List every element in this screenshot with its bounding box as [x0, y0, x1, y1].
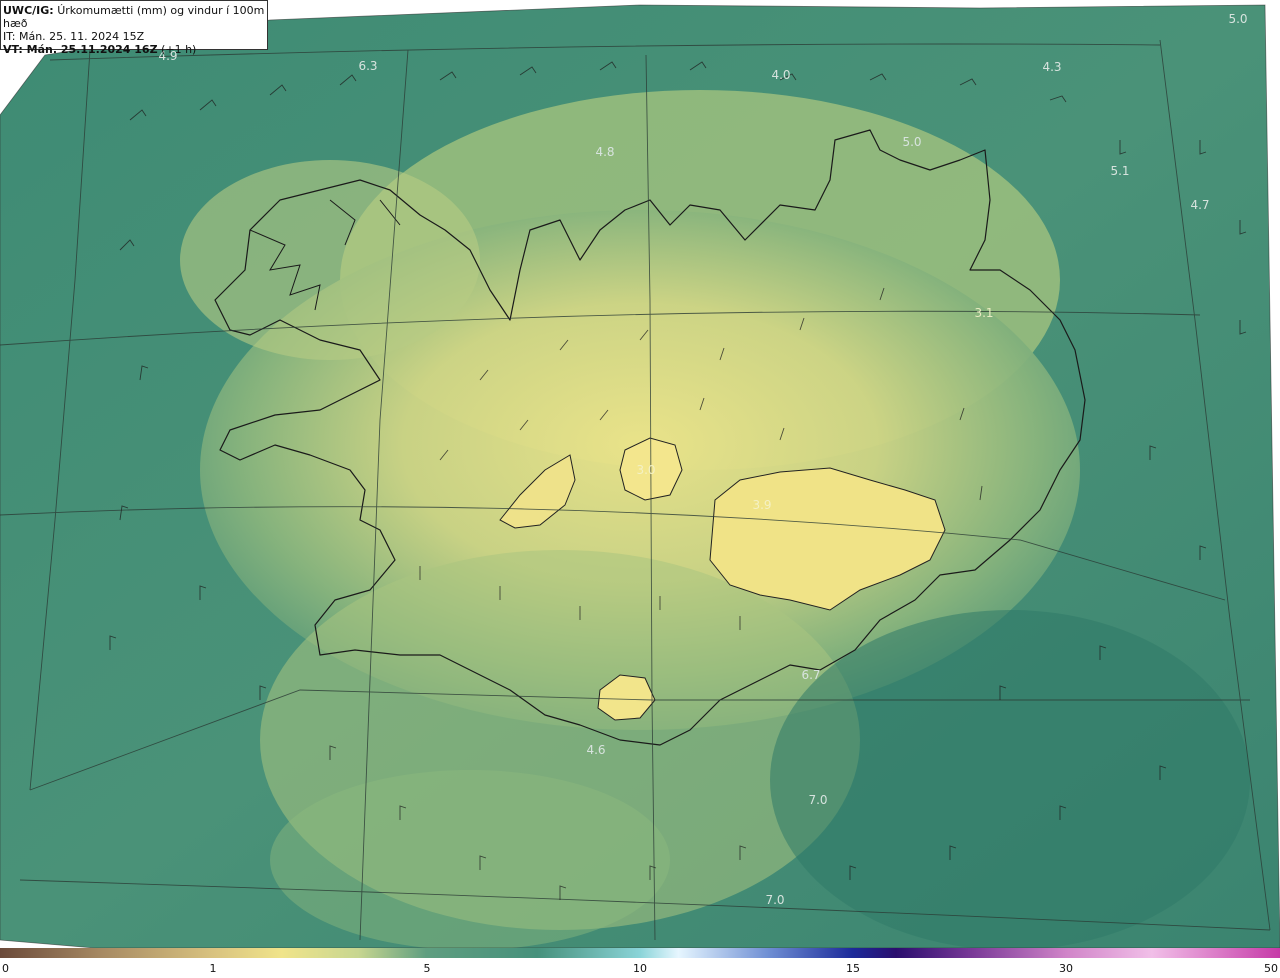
precipitation-colorbar: [0, 948, 1280, 958]
map-value-label: 7.0: [808, 793, 828, 807]
value-labels: 4.9 6.3 4.0 4.3 5.0 4.8 5.0 5.1 4.7 6.7 …: [0, 0, 1280, 948]
colorbar-tick: 50: [1264, 962, 1278, 975]
map-value-label: 5.0: [902, 135, 922, 149]
map-value-label: 5.1: [1110, 164, 1130, 178]
map-value-label: 3.0: [636, 463, 656, 477]
map-value-label: 3.9: [752, 498, 772, 512]
map-value-label: 7.0: [765, 893, 785, 907]
map-value-label: 6.3: [358, 59, 378, 73]
colorbar-ticks: 0 1 5 10 15 30 50: [0, 960, 1280, 978]
colorbar-tick: 30: [1059, 962, 1073, 975]
colorbar-tick: 5: [423, 962, 431, 975]
map-value-label: 4.6: [586, 743, 606, 757]
colorbar-tick: 1: [209, 962, 217, 975]
forecast-map-view: 4.9 6.3 4.0 4.3 5.0 4.8 5.0 5.1 4.7 6.7 …: [0, 0, 1280, 978]
lead-time: (+1 h): [161, 43, 197, 56]
model-name: UWC/IG:: [3, 4, 54, 17]
forecast-info-box: UWC/IG: Úrkomumætti (mm) og vindur í 100…: [0, 0, 268, 56]
colorbar-tick: 0: [2, 962, 9, 975]
colorbar-tick: 10: [633, 962, 647, 975]
title-line: UWC/IG: Úrkomumætti (mm) og vindur í 100…: [3, 4, 265, 30]
map-value-label: 4.7: [1190, 198, 1210, 212]
map-value-label: 4.8: [595, 145, 615, 159]
map-value-label: 3.1: [974, 306, 994, 320]
valid-time-line: VT: Mán. 25.11.2024 16Z (+1 h): [3, 43, 265, 56]
colorbar-tick: 15: [846, 962, 860, 975]
map-value-label: 4.0: [771, 68, 791, 82]
map-value-label: 5.0: [1228, 12, 1248, 26]
valid-time: VT: Mán. 25.11.2024 16Z: [3, 43, 158, 56]
map-value-label: 4.3: [1042, 60, 1062, 74]
issue-time: IT: Mán. 25. 11. 2024 15Z: [3, 30, 145, 43]
map-value-label: 6.7: [801, 668, 821, 682]
